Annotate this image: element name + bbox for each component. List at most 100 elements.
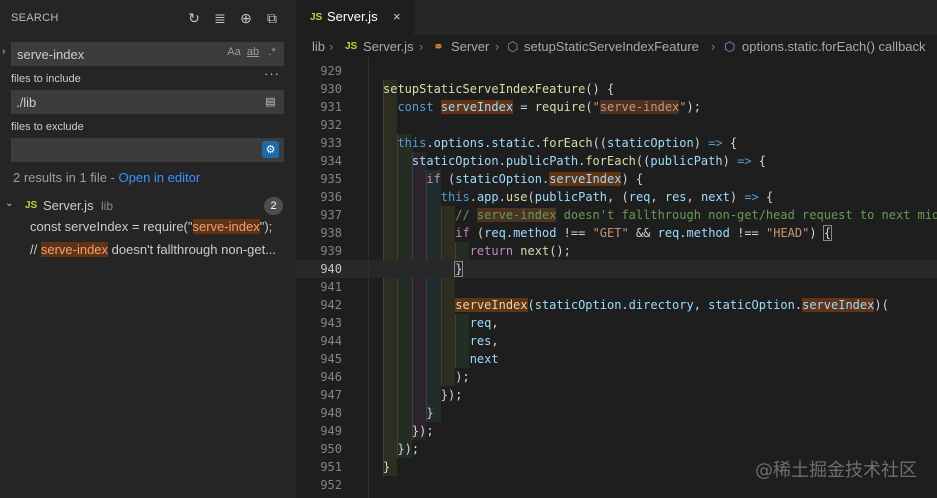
chevron-right-icon: › — [419, 39, 424, 54]
code-line[interactable]: 943 req, — [296, 314, 937, 332]
line-number: 949 — [320, 424, 342, 438]
line-number: 930 — [320, 82, 342, 96]
line-code: }); — [397, 442, 420, 456]
line-code: if (req.method !== "GET" && req.method !… — [455, 225, 833, 241]
line-number: 932 — [320, 118, 342, 132]
js-file-icon: JS — [310, 12, 323, 23]
line-code: res, — [469, 334, 499, 348]
line-code: } — [426, 406, 434, 420]
line-number: 933 — [320, 136, 342, 150]
search-input-value: serve-index — [17, 47, 85, 62]
line-code: req, — [469, 316, 499, 330]
open-editors-only-icon[interactable]: ▤ — [262, 93, 279, 110]
code-line[interactable]: 944 res, — [296, 332, 937, 350]
code-line[interactable]: 942 serveIndex(staticOption.directory, s… — [296, 296, 937, 314]
match-before: const serveIndex = require(" — [30, 219, 193, 234]
code-line[interactable]: 949 }); — [296, 422, 937, 440]
code-line[interactable]: 934 staticOption.publicPath.forEach((pub… — [296, 152, 937, 170]
match-case-icon[interactable]: Aa — [227, 46, 241, 58]
js-file-icon: JS — [345, 41, 358, 52]
line-number: 951 — [320, 460, 342, 474]
close-icon[interactable]: × — [393, 9, 401, 24]
line-code: this.app.use(publicPath, (req, res, next… — [440, 190, 774, 204]
class-icon: ⚭ — [433, 39, 444, 54]
files-to-include-input[interactable]: ./lib ▤ — [11, 90, 284, 114]
regex-icon[interactable]: .* — [265, 46, 279, 58]
match-after: doesn't fallthrough non-get... — [108, 242, 277, 257]
line-number: 945 — [320, 352, 342, 366]
clear-results-icon[interactable]: ≣ — [210, 8, 230, 28]
line-number: 941 — [320, 280, 342, 294]
match-highlight: serve-index — [192, 219, 260, 234]
match-highlight: serve-index — [40, 242, 109, 257]
js-file-icon: JS — [25, 200, 38, 211]
use-exclude-settings-icon[interactable]: ⚙ — [262, 141, 279, 158]
code-line[interactable]: 939 return next(); — [296, 242, 937, 260]
code-line[interactable]: 945 next — [296, 350, 937, 368]
match-line[interactable]: // serve-index doesn't fallthrough non-g… — [30, 242, 296, 257]
line-number: 946 — [320, 370, 342, 384]
refresh-icon[interactable]: ↻ — [184, 8, 204, 28]
match-before: // — [30, 242, 41, 257]
code-line[interactable]: 947 }); — [296, 386, 937, 404]
code-line[interactable]: 930 setupStaticServeIndexFeature() { — [296, 80, 937, 98]
line-number: 944 — [320, 334, 342, 348]
tab-label: Server.js — [327, 9, 378, 24]
result-file-row[interactable]: ⌄ JS Server.js lib 2 — [0, 196, 296, 216]
code-line[interactable]: 946 ); — [296, 368, 937, 386]
chevron-right-icon: › — [495, 39, 500, 54]
line-number: 952 — [320, 478, 342, 492]
match-line[interactable]: const serveIndex = require("serve-index"… — [30, 219, 296, 234]
breadcrumb-file[interactable]: Server.js — [363, 39, 414, 54]
line-number: 936 — [320, 190, 342, 204]
breadcrumb-method[interactable]: setupStaticServeIndexFeature — [524, 39, 699, 54]
code-line[interactable]: 933 this.options.static.forEach((staticO… — [296, 134, 937, 152]
chevron-right-icon: › — [711, 39, 716, 54]
sidebar-title: SEARCH — [11, 12, 59, 24]
whole-word-icon[interactable]: ab — [246, 46, 260, 58]
result-file-name: Server.js — [43, 198, 94, 213]
code-line[interactable]: 931 const serveIndex = require("serve-in… — [296, 98, 937, 116]
line-code: } — [454, 261, 464, 277]
watermark: @稀土掘金技术社区 — [755, 460, 917, 481]
line-code: ); — [455, 370, 470, 384]
breadcrumb-class[interactable]: Server — [451, 39, 489, 54]
breadcrumb-folder[interactable]: lib — [312, 39, 325, 54]
code-line[interactable]: 940 } — [296, 260, 937, 278]
code-line[interactable]: 941 — [296, 278, 937, 296]
toggle-replace-chevron-icon[interactable]: › — [2, 46, 5, 57]
code-line[interactable]: 938 if (req.method !== "GET" && req.meth… — [296, 224, 937, 242]
breadcrumb-callback[interactable]: options.static.forEach() callback — [742, 39, 926, 54]
files-to-exclude-label: files to exclude — [11, 121, 84, 133]
line-number: 931 — [320, 100, 342, 114]
chevron-down-icon[interactable]: ⌄ — [5, 198, 13, 209]
code-line[interactable]: 929 — [296, 62, 937, 80]
line-code: const serveIndex = require("serve-index"… — [397, 100, 701, 114]
result-file-dir: lib — [101, 199, 114, 213]
code-line[interactable]: 935 if (staticOption.serveIndex) { — [296, 170, 937, 188]
open-in-editor-link[interactable]: Open in editor — [119, 170, 201, 185]
line-number: 940 — [320, 262, 342, 276]
files-to-include-value: ./lib — [16, 95, 37, 110]
line-number: 950 — [320, 442, 342, 456]
gutter-divider — [368, 57, 369, 498]
code-line[interactable]: 932 — [296, 116, 937, 134]
editor-tab-bar: JS Server.js × — [296, 0, 937, 35]
code-line[interactable]: 948 } — [296, 404, 937, 422]
line-code: // serve-index doesn't fallthrough non-g… — [455, 208, 937, 222]
code-line[interactable]: 936 this.app.use(publicPath, (req, res, … — [296, 188, 937, 206]
tab-server-js[interactable]: JS Server.js × — [296, 0, 414, 35]
code-line[interactable]: 937 // serve-index doesn't fallthrough n… — [296, 206, 937, 224]
line-code: next — [469, 352, 499, 366]
new-search-editor-icon[interactable]: ⊕ — [236, 8, 256, 28]
match-count-badge: 2 — [264, 197, 283, 215]
files-to-exclude-input[interactable]: ⚙ — [11, 138, 284, 162]
search-input[interactable]: serve-index Aa ab .* — [11, 42, 284, 66]
collapse-all-icon[interactable]: ⧉ — [262, 8, 282, 28]
more-options-icon[interactable]: ··· — [264, 66, 280, 81]
line-code: if (staticOption.serveIndex) { — [426, 172, 644, 186]
code-editor[interactable]: 929 930 setupStaticServeIndexFeature() {93… — [296, 57, 937, 498]
line-number: 937 — [320, 208, 342, 222]
files-to-include-label: files to include — [11, 73, 81, 85]
line-number: 948 — [320, 406, 342, 420]
